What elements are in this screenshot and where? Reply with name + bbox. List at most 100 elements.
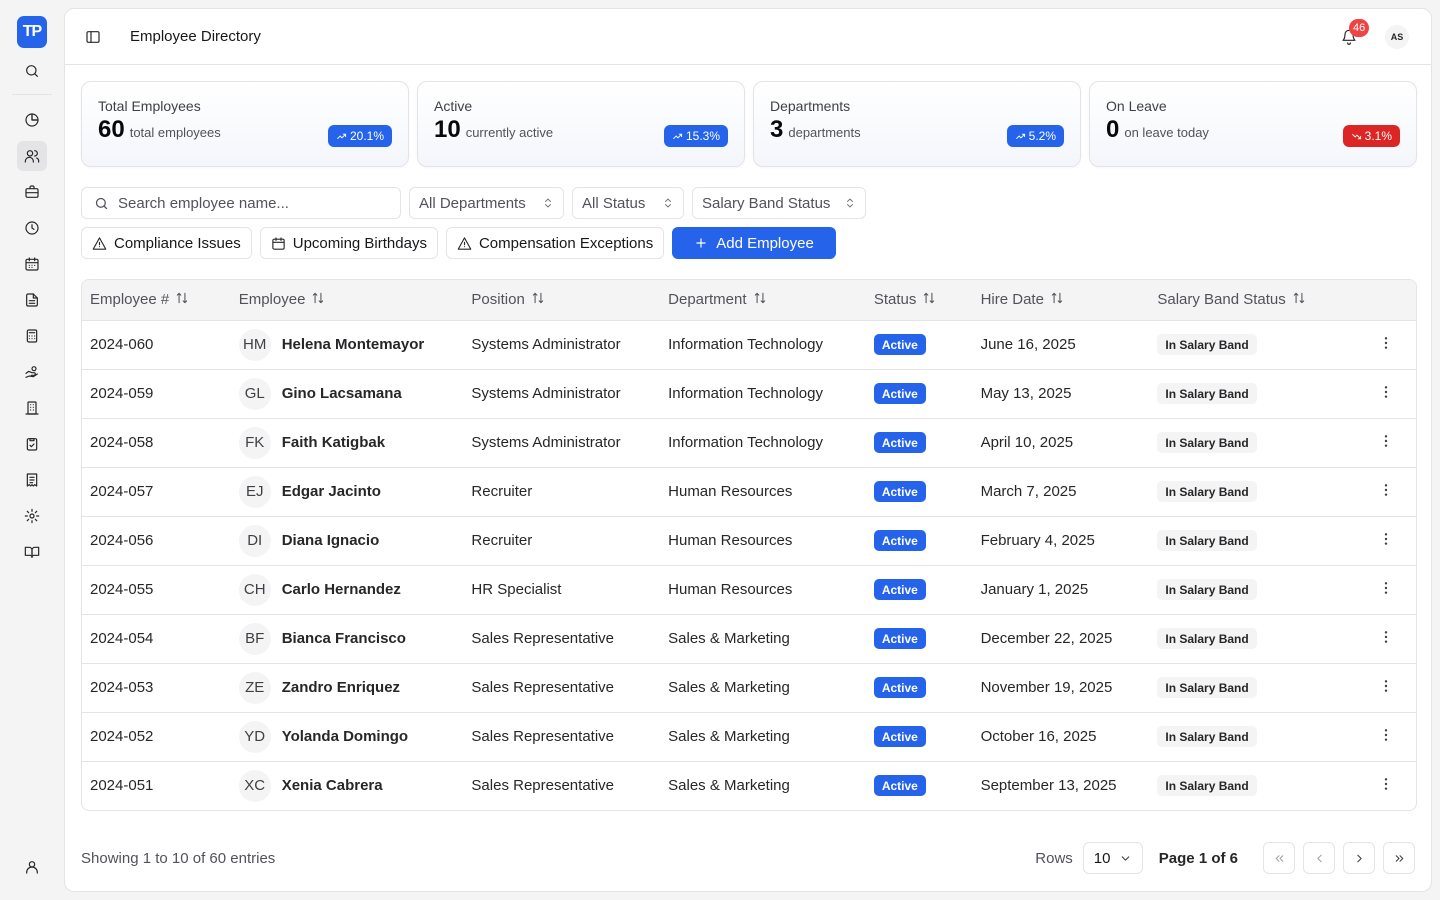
receipt-icon[interactable] [17,465,47,495]
more-vertical-icon[interactable] [1378,434,1394,453]
bell-icon[interactable]: 46 [1339,19,1370,47]
sort-arrows-icon[interactable] [311,291,325,309]
stat-subtext: currently active [465,125,554,140]
table-row[interactable]: 2024-059 GL Gino Lacsamana Systems Administ… [82,369,1416,418]
employee-name[interactable]: Bianca Francisco [282,630,406,647]
position-cell: HR Specialist [471,581,562,598]
sort-arrows-icon[interactable] [531,291,545,309]
gear-icon[interactable] [17,501,47,531]
column-header-employee-number[interactable]: Employee # [82,280,231,320]
main-panel: Employee Directory 46 AS Total Employees… [64,8,1432,892]
calendar-icon[interactable] [17,249,47,279]
table-row[interactable]: 2024-055 CH Carlo Hernandez HR Specialist Hu… [82,565,1416,614]
more-vertical-icon[interactable] [1378,630,1394,649]
more-vertical-icon[interactable] [1378,385,1394,404]
table-row[interactable]: 2024-057 EJ Edgar Jacinto Recruiter Human Re… [82,467,1416,516]
building-icon[interactable] [17,393,47,423]
table-row[interactable]: 2024-056 DI Diana Ignacio Recruiter Human Re… [82,516,1416,565]
table-row[interactable]: 2024-060 HM Helena Montemayor Systems Admin… [82,320,1416,369]
column-header-department[interactable]: Department [660,280,866,320]
chevrons-right-icon [1395,854,1403,862]
more-vertical-icon[interactable] [1378,728,1394,747]
sort-arrows-icon[interactable] [922,291,936,309]
trending-down-icon [1351,133,1361,139]
employee-name[interactable]: Zandro Enriquez [282,679,400,696]
sidebar-toggle-icon[interactable] [83,27,103,47]
more-vertical-icon[interactable] [1378,777,1394,796]
employee-name[interactable]: Edgar Jacinto [282,483,381,500]
next-page-button[interactable] [1343,842,1375,874]
page-title: Employee Directory [130,28,261,45]
sort-arrows-icon[interactable] [753,291,767,309]
table-row[interactable]: 2024-054 BF Bianca Francisco Sales Represen… [82,614,1416,663]
users-icon[interactable] [17,141,47,171]
status-select[interactable]: All Status [572,187,684,219]
stat-card-departments: Departments 3 departments 5.2% [753,81,1081,167]
chevrons-left-icon [1275,854,1283,862]
employee-name[interactable]: Gino Lacsamana [282,385,402,402]
avatar[interactable]: AS [1385,25,1409,49]
search-icon[interactable] [17,56,47,86]
department-select[interactable]: All Departments [409,187,564,219]
book-open-icon[interactable] [17,537,47,567]
calculator-icon[interactable] [17,321,47,351]
document-icon[interactable] [17,285,47,315]
table-row[interactable]: 2024-058 FK Faith Katigbak Systems Administ… [82,418,1416,467]
hand-coins-icon[interactable] [17,357,47,387]
trend-badge: 5.2% [1006,125,1064,147]
app-logo[interactable]: TP [17,16,47,48]
compliance-issues-button[interactable]: Compliance Issues [81,227,252,259]
table-row[interactable]: 2024-053 ZE Zandro Enriquez Sales Represent… [82,663,1416,712]
more-vertical-icon[interactable] [1378,679,1394,698]
salary-band-badge: In Salary Band [1157,579,1257,600]
user-icon[interactable] [17,852,47,882]
sort-arrows-icon[interactable] [1292,291,1306,309]
employee-number-cell: 2024-057 [90,483,154,500]
column-header-position[interactable]: Position [463,280,660,320]
upcoming-birthdays-button[interactable]: Upcoming Birthdays [259,227,438,259]
previous-page-button[interactable] [1303,842,1335,874]
briefcase-icon[interactable] [17,177,47,207]
clock-icon[interactable] [17,213,47,243]
table-row[interactable]: 2024-052 YD Yolanda Domingo Sales Represent… [82,712,1416,761]
rows-per-page-select[interactable]: 10 [1082,842,1143,874]
salary-band-badge: In Salary Band [1157,530,1257,551]
sort-arrows-icon[interactable] [175,291,189,309]
add-employee-button[interactable]: Add Employee [672,227,836,259]
search-input[interactable] [118,194,378,212]
more-vertical-icon[interactable] [1378,532,1394,551]
employee-name[interactable]: Xenia Cabrera [282,777,383,794]
column-header-salary-band-status[interactable]: Salary Band Status [1149,280,1349,320]
column-header-status[interactable]: Status [866,280,973,320]
clipboard-check-icon[interactable] [17,429,47,459]
column-header-employee[interactable]: Employee [231,280,464,320]
stat-label: On Leave [1106,98,1167,114]
employee-cell: ZE Zandro Enriquez [231,663,464,712]
page-info: Page 1 of 6 [1158,849,1238,867]
employee-name[interactable]: Yolanda Domingo [282,728,408,745]
sort-arrows-icon[interactable] [1050,291,1064,309]
stat-value: 3 [770,116,784,143]
more-vertical-icon[interactable] [1378,336,1394,355]
column-header-hire-date[interactable]: Hire Date [973,280,1150,320]
table-row[interactable]: 2024-051 XC Xenia Cabrera Sales Representat… [82,761,1416,810]
stat-subtext: total employees [129,125,221,140]
salary-band-badge: In Salary Band [1157,726,1257,747]
first-page-button[interactable] [1263,842,1295,874]
row-actions-cell [1349,369,1416,418]
employee-name[interactable]: Carlo Hernandez [282,581,401,598]
more-vertical-icon[interactable] [1378,483,1394,502]
compensation-exceptions-button[interactable]: Compensation Exceptions [445,227,665,259]
salary-band-badge: In Salary Band [1157,628,1257,649]
employee-name[interactable]: Faith Katigbak [282,434,385,451]
more-vertical-icon[interactable] [1378,581,1394,600]
dashboard-pie-icon[interactable] [17,105,47,135]
employee-name[interactable]: Diana Ignacio [282,532,380,549]
status-badge: Active [873,775,926,797]
rows-label: Rows [1035,849,1073,867]
employee-name[interactable]: Helena Montemayor [282,336,425,353]
chevron-right-icon [1356,854,1362,862]
last-page-button[interactable] [1383,842,1415,874]
employee-cell: HM Helena Montemayor [231,320,464,369]
salary-band-select[interactable]: Salary Band Status [692,187,866,219]
